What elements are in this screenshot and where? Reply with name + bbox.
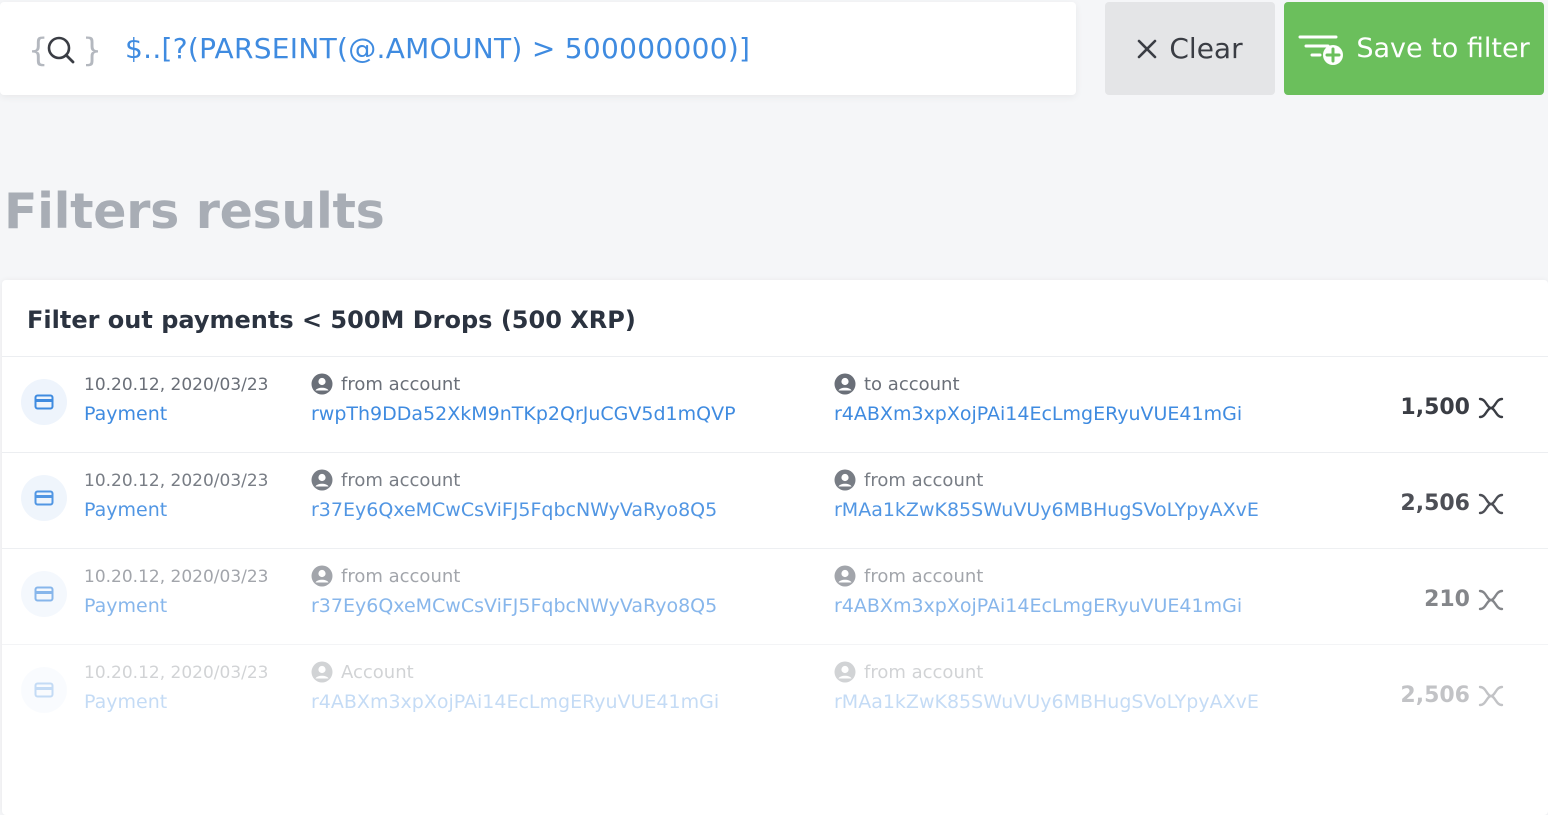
add-filter-icon bbox=[1298, 32, 1344, 66]
label-text: to account bbox=[864, 373, 960, 395]
transaction-row[interactable]: 10.20.12, 2020/03/23 Payment from accoun… bbox=[2, 549, 1548, 645]
transaction-row[interactable]: 10.20.12, 2020/03/23 Payment from accoun… bbox=[2, 357, 1548, 453]
transaction-time: 10.20.12, 2020/03/23 bbox=[84, 375, 269, 395]
close-icon bbox=[1137, 39, 1157, 59]
user-icon bbox=[834, 661, 856, 683]
search-box[interactable]: { } $..[?(PARSEINT(@.AMOUNT) > 500000000… bbox=[0, 2, 1076, 95]
svg-text:}: } bbox=[82, 31, 98, 69]
amount-value: 1,500 bbox=[1400, 395, 1470, 420]
transaction-time: 10.20.12, 2020/03/23 bbox=[84, 471, 269, 491]
transaction-type[interactable]: Payment bbox=[84, 499, 167, 521]
label-text: from account bbox=[864, 565, 984, 587]
amount: 210 bbox=[1424, 587, 1504, 612]
amount: 2,506 bbox=[1400, 683, 1504, 708]
user-icon bbox=[311, 469, 333, 491]
xrp-icon bbox=[1478, 493, 1504, 515]
from-account-link[interactable]: rwpTh9DDa52XkM9nTKp2QrJuCGV5d1mQVP bbox=[311, 403, 736, 425]
search-query[interactable]: $..[?(PARSEINT(@.AMOUNT) > 500000000)] bbox=[125, 32, 750, 65]
save-to-filter-button[interactable]: Save to filter bbox=[1284, 2, 1544, 95]
user-icon bbox=[311, 565, 333, 587]
user-icon bbox=[834, 373, 856, 395]
from-account-link[interactable]: rMAa1kZwK85SWuVUy6MBHugSVoLYpyAXvE bbox=[834, 499, 1259, 521]
from-account-link[interactable]: r4ABXm3xpXojPAi14EcLmgERyuVUE41mGi bbox=[834, 595, 1242, 617]
save-to-filter-label: Save to filter bbox=[1356, 33, 1530, 64]
label-text: from account bbox=[341, 469, 461, 491]
transaction-type[interactable]: Payment bbox=[84, 691, 167, 713]
from-account-link[interactable]: rMAa1kZwK85SWuVUy6MBHugSVoLYpyAXvE bbox=[834, 691, 1259, 713]
from-account-label: from account bbox=[834, 469, 983, 491]
from-account-label: from account bbox=[311, 469, 460, 491]
xrp-icon bbox=[1478, 685, 1504, 707]
to-account-link[interactable]: r4ABXm3xpXojPAi14EcLmgERyuVUE41mGi bbox=[834, 403, 1242, 425]
amount: 2,506 bbox=[1400, 491, 1504, 516]
from-account-label: from account bbox=[834, 661, 983, 683]
filter-name: Filter out payments < 500M Drops (500 XR… bbox=[27, 306, 636, 334]
from-account-link[interactable]: r37Ey6QxeMCwCsViFJ5FqbcNWyVaRyo8Q5 bbox=[311, 595, 717, 617]
amount-value: 2,506 bbox=[1400, 491, 1470, 516]
credit-card-icon bbox=[21, 571, 67, 617]
account-link[interactable]: r4ABXm3xpXojPAi14EcLmgERyuVUE41mGi bbox=[311, 691, 719, 713]
amount-value: 2,506 bbox=[1400, 683, 1470, 708]
from-account-label: from account bbox=[311, 565, 460, 587]
transaction-time: 10.20.12, 2020/03/23 bbox=[84, 663, 269, 683]
clear-button[interactable]: Clear bbox=[1105, 2, 1275, 95]
from-account-link[interactable]: r37Ey6QxeMCwCsViFJ5FqbcNWyVaRyo8Q5 bbox=[311, 499, 717, 521]
amount: 1,500 bbox=[1400, 395, 1504, 420]
transaction-row[interactable]: 10.20.12, 2020/03/23 Payment from accoun… bbox=[2, 453, 1548, 549]
from-account-label: from account bbox=[311, 373, 460, 395]
credit-card-icon bbox=[21, 379, 67, 425]
xrp-icon bbox=[1478, 589, 1504, 611]
user-icon bbox=[834, 565, 856, 587]
to-account-label: to account bbox=[834, 373, 960, 395]
transaction-time: 10.20.12, 2020/03/23 bbox=[84, 567, 269, 587]
user-icon bbox=[834, 469, 856, 491]
label-text: from account bbox=[341, 565, 461, 587]
credit-card-icon bbox=[21, 475, 67, 521]
transaction-type[interactable]: Payment bbox=[84, 595, 167, 617]
label-text: from account bbox=[864, 469, 984, 491]
credit-card-icon bbox=[21, 667, 67, 713]
page-title: Filters results bbox=[4, 183, 385, 240]
label-text: from account bbox=[864, 661, 984, 683]
transaction-row[interactable]: 10.20.12, 2020/03/23 Payment Account r4A… bbox=[2, 645, 1548, 741]
user-icon bbox=[311, 661, 333, 683]
xrp-icon bbox=[1478, 397, 1504, 419]
filter-results-card: Filter out payments < 500M Drops (500 XR… bbox=[2, 280, 1548, 815]
user-icon bbox=[311, 373, 333, 395]
json-search-icon: { } bbox=[28, 30, 98, 70]
from-account-label: from account bbox=[834, 565, 983, 587]
clear-button-label: Clear bbox=[1169, 32, 1243, 65]
label-text: Account bbox=[341, 661, 414, 683]
label-text: from account bbox=[341, 373, 461, 395]
svg-text:{: { bbox=[28, 31, 48, 69]
account-label: Account bbox=[311, 661, 414, 683]
transaction-type[interactable]: Payment bbox=[84, 403, 167, 425]
amount-value: 210 bbox=[1424, 587, 1470, 612]
